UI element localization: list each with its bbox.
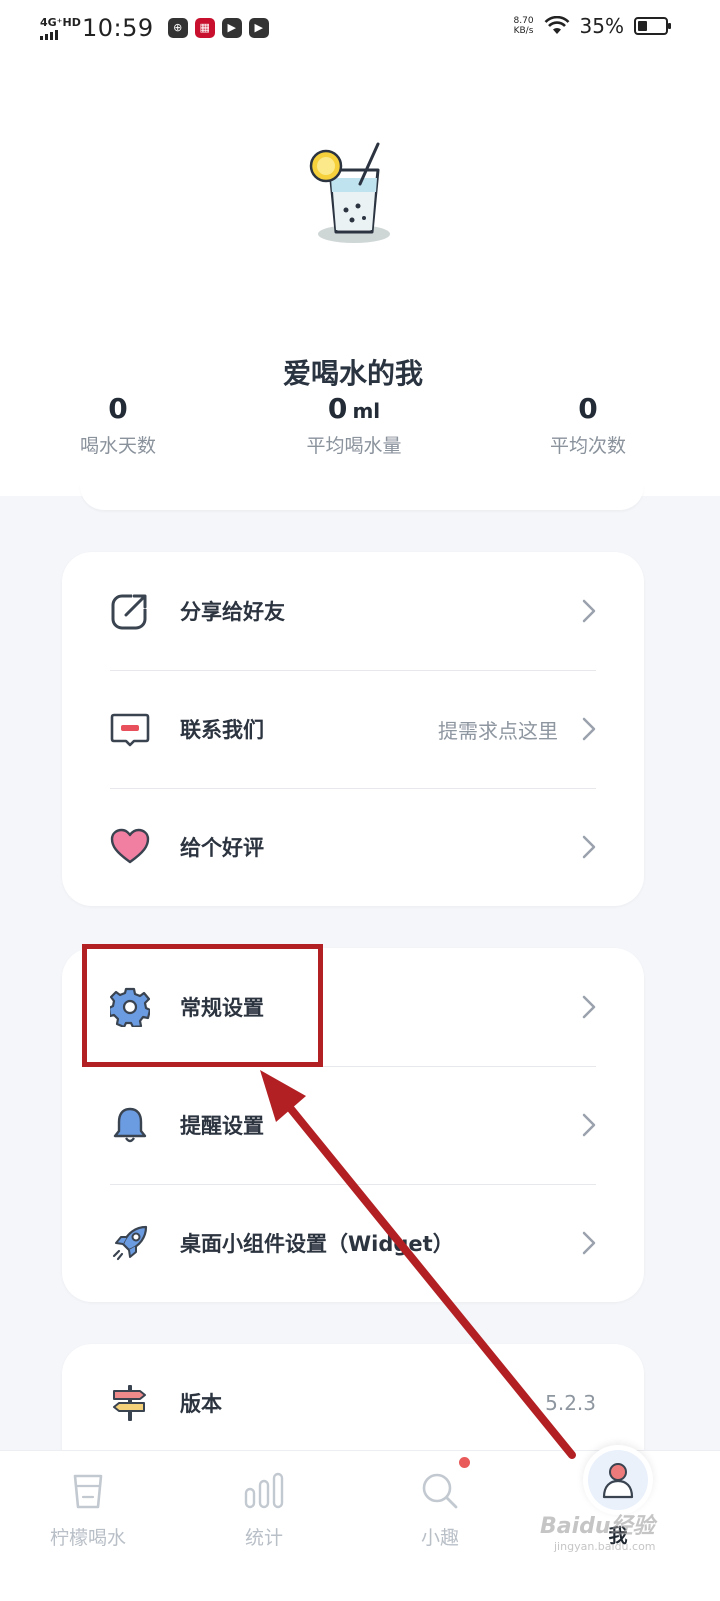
watermark-text: Baidu经验 — [540, 1514, 655, 1539]
clock: 10:59 — [82, 14, 154, 42]
signpost-icon — [110, 1383, 150, 1423]
notification-icons: ⊕ ▦ ▶ ▶ — [167, 18, 269, 38]
heart-icon — [110, 827, 150, 867]
header-card-edge — [80, 484, 644, 510]
menu-item-label: 桌面小组件设置（Widget） — [180, 1232, 454, 1256]
nav-tab-stats[interactable]: 统计 — [194, 1471, 334, 1550]
wifi-icon — [544, 16, 569, 34]
battery-level — [638, 21, 648, 31]
menu-item-share[interactable]: 分享给好友 — [62, 552, 644, 670]
chevron-right-icon — [582, 599, 596, 623]
rocket-icon — [110, 1223, 150, 1263]
nav-me-button[interactable] — [583, 1445, 653, 1515]
nav-tab-lemon-water[interactable]: 柠檬喝水 — [18, 1471, 158, 1550]
menu-item-label: 提醒设置 — [180, 1114, 264, 1138]
bars-icon — [244, 1472, 284, 1509]
stat-drink-days: 0 喝水天数 — [18, 392, 218, 458]
watermark: Baidu经验 jingyan.baidu.com — [540, 1508, 656, 1553]
app-notification-icon: ⊕ — [167, 18, 188, 38]
menu-item-rate[interactable]: 给个好评 — [62, 788, 644, 906]
network-type: 4G⁺HD — [40, 15, 81, 29]
cup-icon — [73, 1474, 103, 1509]
user-icon — [602, 1463, 634, 1499]
menu-item-label: 联系我们 — [180, 718, 264, 742]
stat-value: 0 — [108, 392, 128, 425]
app-notification-icon: ▦ — [194, 18, 215, 38]
battery-percent: 35% — [579, 14, 624, 38]
search-icon — [422, 1473, 458, 1509]
share-icon — [110, 591, 150, 631]
chevron-right-icon — [582, 995, 596, 1019]
stat-avg-amount: 0 ml 平均喝水量 — [254, 392, 454, 458]
message-icon — [110, 709, 150, 749]
annotation-highlight-box — [82, 944, 323, 1067]
nav-tab-fun[interactable]: 小趣 — [370, 1471, 510, 1550]
network-speed: 8.70 KB/s — [514, 16, 534, 36]
speed-unit: KB/s — [513, 26, 534, 36]
stat-label: 平均喝水量 — [306, 435, 402, 457]
notification-badge — [459, 1457, 470, 1468]
chevron-right-icon — [582, 1231, 596, 1255]
network-indicator: 4G⁺HD — [40, 15, 81, 40]
version-number: 5.2.3 — [545, 1391, 596, 1415]
menu-card-social: 分享给好友 联系我们 提需求点这里 给个好评 — [62, 552, 644, 906]
nav-label: 统计 — [244, 1527, 283, 1549]
watermark-sub: jingyan.baidu.com — [554, 1540, 656, 1553]
stat-label: 喝水天数 — [79, 435, 156, 457]
nav-label: 柠檬喝水 — [49, 1527, 126, 1549]
lemon-water-cup-icon — [309, 142, 390, 243]
chevron-right-icon — [582, 717, 596, 741]
chevron-right-icon — [582, 835, 596, 859]
signal-icon — [40, 29, 74, 40]
status-bar: 4G⁺HD 10:59 ⊕ ▦ ▶ ▶ 8.70 KB/s 35% — [0, 0, 720, 56]
stat-unit: ml — [352, 399, 381, 423]
menu-item-label: 给个好评 — [180, 836, 264, 860]
play-notification-icon: ▶ — [221, 18, 242, 38]
bell-icon — [110, 1105, 150, 1145]
menu-item-label: 版本 — [180, 1392, 222, 1416]
battery-icon — [634, 17, 671, 35]
menu-item-hint: 提需求点这里 — [438, 718, 558, 743]
menu-item-label: 分享给好友 — [180, 600, 285, 624]
user-name: 爱喝水的我 — [282, 357, 423, 390]
menu-item-widget-settings[interactable]: 桌面小组件设置（Widget） — [62, 1184, 644, 1302]
stat-value: 0 — [578, 392, 598, 425]
menu-item-reminder-settings[interactable]: 提醒设置 — [62, 1066, 644, 1184]
nav-label: 小趣 — [420, 1527, 459, 1549]
stat-value: 0 — [327, 392, 348, 425]
profile-header: 爱喝水的我 0 喝水天数 0 ml 平均喝水量 0 平均次数 — [0, 56, 720, 496]
menu-item-contact[interactable]: 联系我们 提需求点这里 — [62, 670, 644, 788]
play-notification-icon: ▶ — [248, 18, 269, 38]
stat-label: 平均次数 — [549, 435, 626, 457]
chevron-right-icon — [582, 1113, 596, 1137]
stat-avg-times: 0 平均次数 — [488, 392, 688, 458]
menu-item-version[interactable]: 版本 5.2.3 — [62, 1344, 644, 1462]
speed-value: 8.70 — [513, 16, 534, 26]
